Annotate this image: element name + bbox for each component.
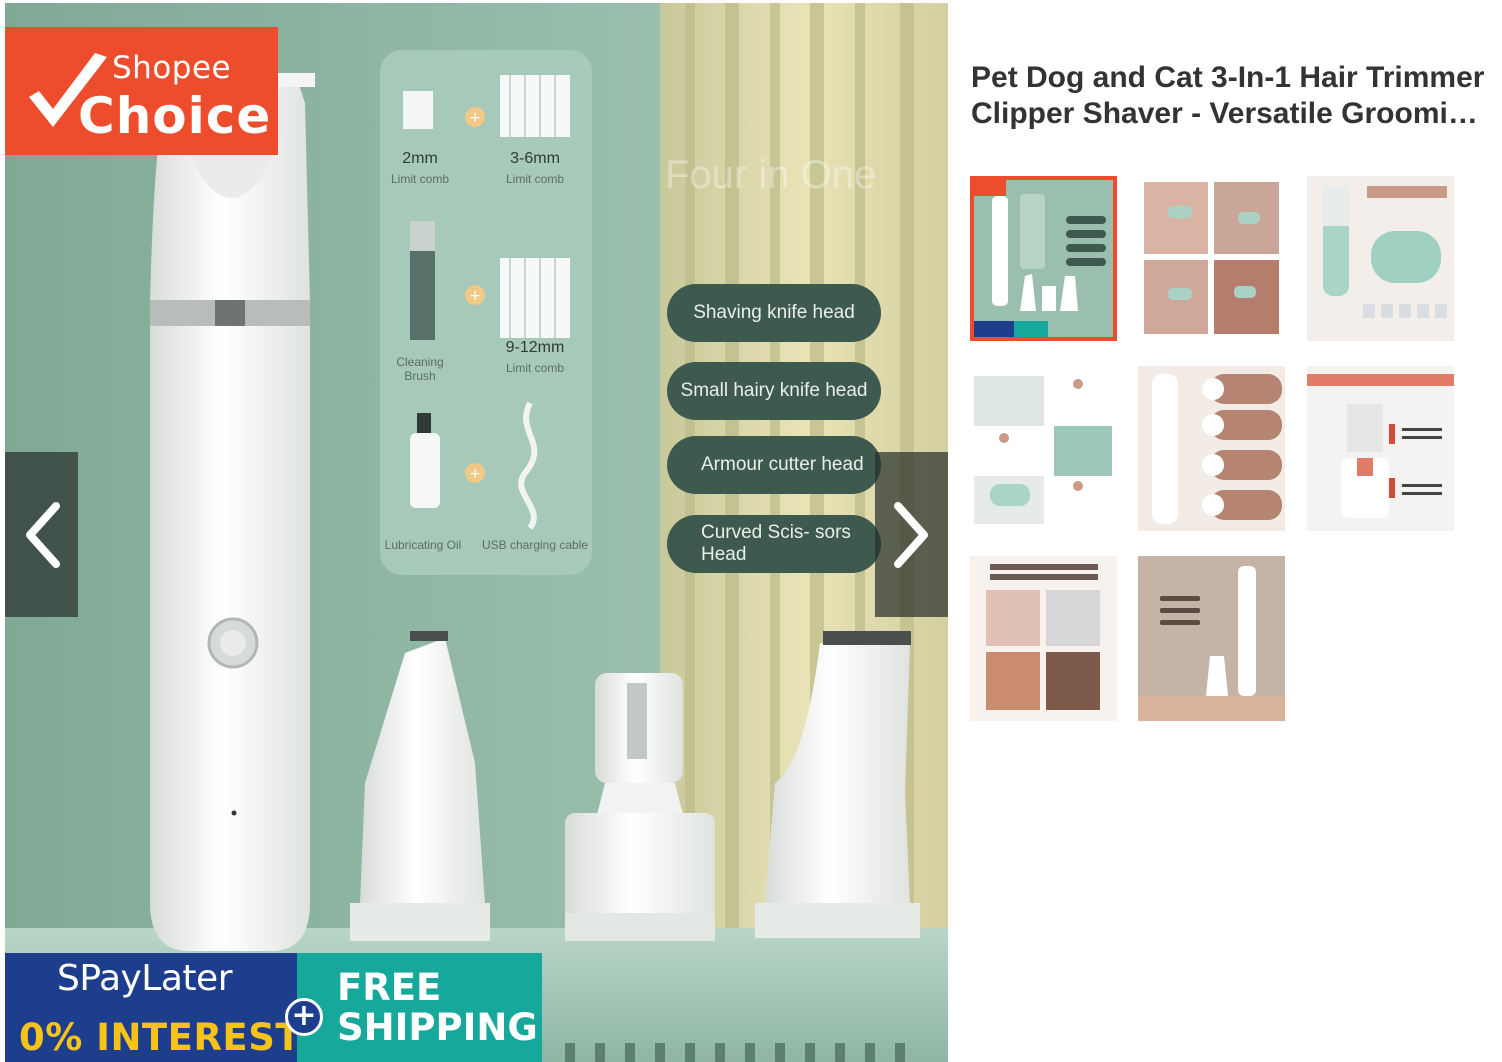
svg-text:+: + [469,110,481,126]
chevron-right-icon [893,501,928,568]
thumbnail-8[interactable] [1138,556,1285,721]
thumbnail-image [1138,556,1285,721]
next-image-button[interactable] [875,452,948,617]
chevron-left-icon [25,501,60,568]
thumbnail-1[interactable] [970,176,1117,341]
free-shipping-line2: SHIPPING [337,1006,538,1049]
product-title: Pet Dog and Cat 3-In-1 Hair Trimmer Clip… [971,61,1485,130]
svg-text:+: + [469,288,481,304]
main-product-image[interactable]: + + + Four in One 2mm Limit comb 3-6mm Lim… [5,3,948,1062]
accessory-sublabel: Cleaning Brush [396,355,444,383]
accessory-label: 9-12mm [505,339,565,356]
previous-image-button[interactable] [5,452,78,617]
thumbnail-image [970,176,1117,341]
feature-label: Curved Scis- sors Head [667,515,881,573]
feature-label: Armour cutter head [667,436,881,494]
thumbnail-3[interactable] [1307,176,1454,341]
thumbnail-2[interactable] [1138,176,1285,341]
thumbnail-image [1307,176,1454,341]
accessory-sublabel: Limit comb [390,172,449,186]
svg-text:+: + [469,466,481,482]
plus-icon: + [285,998,323,1036]
thumbnail-4[interactable] [970,366,1117,531]
feature-label: Shaving knife head [667,284,881,342]
badge-choice-text: Choice [78,87,272,145]
thumbnail-6[interactable] [1307,366,1454,531]
thumbnail-image [1138,176,1285,341]
accessory-sublabel: Limit comb [505,361,564,375]
thumbnail-5[interactable] [1138,366,1285,531]
free-shipping-line1: FREE [337,966,442,1009]
accessory-sublabel: USB charging cable [481,538,589,552]
thumbnail-image [1138,366,1285,531]
overlay-heading: Four in One [665,153,877,197]
accessory-label: 3-6mm [510,150,560,167]
badge-shopee-text: Shopee [112,50,232,86]
thumbnail-image [970,366,1117,531]
thumbnail-image [1307,366,1454,531]
thumbnail-7[interactable] [970,556,1117,721]
accessory-sublabel: Lubricating Oil [384,538,462,552]
free-shipping-text: FREE SHIPPING [337,968,538,1048]
feature-label: Small hairy knife head [667,362,881,420]
interest-text: 0% INTEREST [19,1016,302,1059]
accessory-sublabel: Limit comb [505,172,564,186]
thumbnail-image [970,556,1117,721]
paylater-text: SPayLater [57,958,233,999]
shopee-choice-badge: Shopee Choice [5,27,278,155]
accessory-label: 2mm [402,150,438,167]
